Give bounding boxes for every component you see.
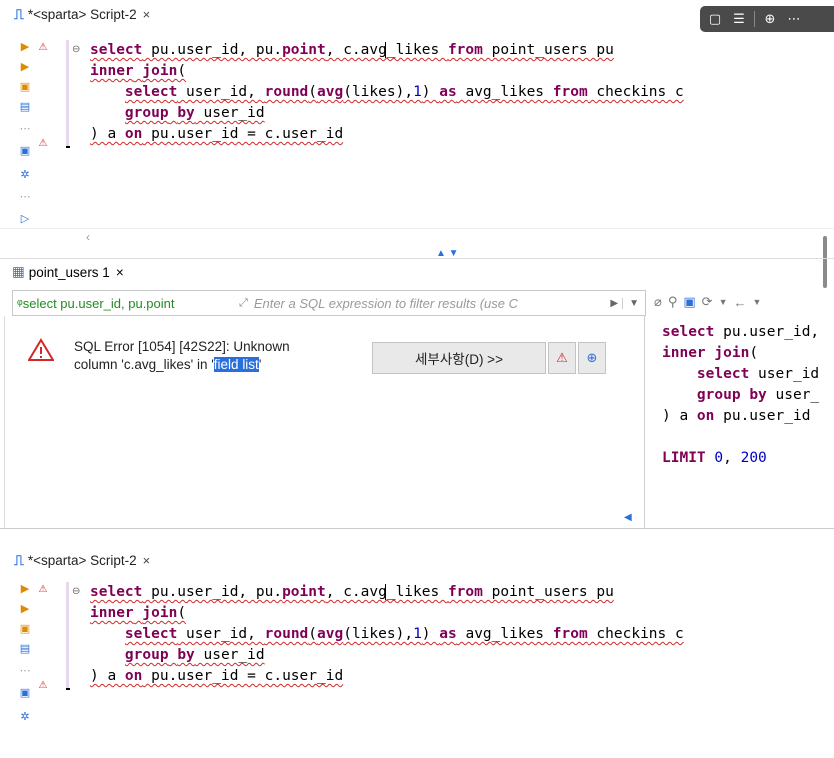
- code-line-3: select user_id, round(avg(likes),1) as a…: [124, 626, 684, 642]
- code-line-2: inner join(: [90, 605, 187, 621]
- change-marker: [66, 40, 69, 148]
- execute-statement-icon[interactable]: ▶: [18, 582, 32, 595]
- execute-in-new-tab-icon[interactable]: ▶: [18, 602, 32, 615]
- editor-tab-title: *<sparta> Script-2: [27, 552, 137, 568]
- filter-input[interactable]: Enter a SQL expression to filter results…: [248, 296, 607, 311]
- export-icon[interactable]: ▷: [18, 212, 32, 225]
- results-left-border: [4, 316, 5, 528]
- back-icon[interactable]: ←: [733, 295, 746, 310]
- results-tab[interactable]: ▦ point_users 1 ×: [12, 260, 124, 284]
- comment-icon[interactable]: ▢: [706, 11, 724, 27]
- editor-tab[interactable]: ⎍ *<sparta> Script-2 ×: [14, 4, 150, 24]
- list-icon[interactable]: ☰: [730, 11, 748, 27]
- expand-icon[interactable]: ⤢: [239, 297, 248, 310]
- terminal-icon[interactable]: ▣: [18, 686, 32, 699]
- chevron-down-icon[interactable]: ▼: [752, 297, 761, 307]
- error-line-2: column 'c.avg_likes' in 'field list': [74, 357, 262, 372]
- toolbar-divider: [754, 11, 755, 27]
- explain-plan-icon[interactable]: ▣: [18, 80, 32, 93]
- clear-filter-icon[interactable]: ⌀: [654, 294, 662, 310]
- execute-statement-icon[interactable]: ▶: [18, 40, 32, 53]
- warning-icon: ⚠: [38, 584, 48, 595]
- close-icon[interactable]: ×: [143, 7, 151, 22]
- gutter-separator-icon: ⋯: [19, 191, 31, 203]
- editor-gutter: ▶ ⚠ ▶ ▣ ▤ ⋯ ▣ ⚠ ✲ ⋯ ▷: [0, 40, 70, 230]
- scroll-left-icon[interactable]: ‹: [86, 230, 90, 244]
- settings-icon[interactable]: ✲: [18, 168, 32, 181]
- warning-icon: ⚠: [38, 138, 48, 149]
- editor-tab-title: *<sparta> Script-2: [27, 6, 137, 22]
- vertical-scrollbar[interactable]: [823, 236, 827, 288]
- overlay-toolbar: ▢ ☰ ⊕ ⋯: [700, 6, 834, 32]
- execute-in-new-tab-icon[interactable]: ▶: [18, 60, 32, 73]
- line-marker: [66, 146, 70, 148]
- gutter-separator-icon: ⋯: [19, 665, 31, 677]
- sql-preview: select pu.user_id, inner join( select us…: [662, 324, 820, 466]
- error-message: SQL Error [1054] [42S22]: Unknown column…: [74, 338, 354, 374]
- table-icon: ▦: [12, 264, 25, 279]
- error-highlight: field list: [213, 357, 259, 372]
- code-line-2: inner join(: [90, 63, 187, 79]
- download-icon[interactable]: ⊕: [761, 11, 779, 27]
- filter-sql-prefix[interactable]: ᵠselect pu.user_id, pu.point: [13, 296, 239, 311]
- more-icon[interactable]: ⋯: [785, 11, 803, 27]
- sql-script-icon: ⎍: [14, 551, 24, 568]
- save-filter-icon[interactable]: ▣: [683, 294, 695, 310]
- filter-bar: ᵠselect pu.user_id, pu.point ⤢ Enter a S…: [12, 290, 646, 316]
- refresh-icon[interactable]: ⟳: [702, 294, 713, 310]
- text-cursor: [385, 584, 386, 600]
- text-cursor: [385, 42, 386, 58]
- code-line-3: select user_id, round(avg(likes),1) as a…: [124, 84, 684, 100]
- results-top-border: [0, 258, 834, 259]
- results-toolbar: ⌀ ⚲ ▣ ⟳ ▼ ← ▼: [654, 290, 834, 314]
- editor-gutter-2: ▶ ⚠ ▶ ▣ ▤ ⋯ ▣ ⚠ ✲: [0, 582, 70, 742]
- details-button[interactable]: 세부사항(D) >>: [372, 342, 546, 374]
- explain-plan-icon[interactable]: ▣: [18, 622, 32, 635]
- editor-divider: [0, 228, 834, 229]
- error-line-1: SQL Error [1054] [42S22]: Unknown: [74, 339, 290, 354]
- filter-history-icon[interactable]: ▶: [606, 298, 622, 309]
- change-marker: [66, 582, 69, 690]
- code-line-1: select pu.user_id, pu.point, c.avg_likes…: [90, 42, 614, 58]
- error-log-button[interactable]: ⚠: [548, 342, 576, 374]
- chevron-down-icon[interactable]: ▼: [719, 297, 728, 307]
- load-plan-icon[interactable]: ▤: [18, 642, 32, 655]
- settings-icon[interactable]: ✲: [18, 710, 32, 723]
- search-error-button[interactable]: ⊕: [578, 342, 606, 374]
- fold-icon[interactable]: ⊖: [72, 586, 80, 597]
- close-icon[interactable]: ×: [116, 265, 124, 280]
- screenshot-separator: [0, 528, 834, 541]
- filter-icon[interactable]: ⚲: [668, 294, 678, 310]
- sql-editor-2[interactable]: select pu.user_id, pu.point, c.avg_likes…: [90, 582, 684, 687]
- editor-tab-bar-2: ⎍ *<sparta> Script-2 ×: [0, 546, 834, 572]
- warning-icon: ⚠: [38, 680, 48, 691]
- error-warning-icon: [28, 338, 54, 361]
- terminal-icon[interactable]: ▣: [18, 144, 32, 157]
- code-line-5: ) a on pu.user_id = c.user_id: [90, 126, 344, 142]
- scroll-left-icon[interactable]: ◀: [624, 512, 632, 523]
- results-panel-divider: [644, 316, 645, 528]
- sql-editor[interactable]: select pu.user_id, pu.point, c.avg_likes…: [90, 40, 684, 145]
- warning-icon: ⚠: [38, 42, 48, 53]
- editor-tab[interactable]: ⎍ *<sparta> Script-2 ×: [14, 550, 150, 570]
- gutter-separator-icon: ⋯: [19, 123, 31, 135]
- chevron-down-icon[interactable]: ▼: [622, 297, 645, 309]
- code-line-4: group by user_id: [124, 105, 265, 121]
- code-line-4: group by user_id: [124, 647, 265, 663]
- line-marker: [66, 688, 70, 690]
- code-line-1: select pu.user_id, pu.point, c.avg_likes…: [90, 584, 614, 600]
- close-icon[interactable]: ×: [143, 553, 151, 568]
- sql-script-icon: ⎍: [14, 5, 24, 22]
- fold-icon[interactable]: ⊖: [72, 44, 80, 55]
- load-plan-icon[interactable]: ▤: [18, 100, 32, 113]
- results-tab-title: point_users 1: [28, 264, 110, 280]
- code-line-5: ) a on pu.user_id = c.user_id: [90, 668, 344, 684]
